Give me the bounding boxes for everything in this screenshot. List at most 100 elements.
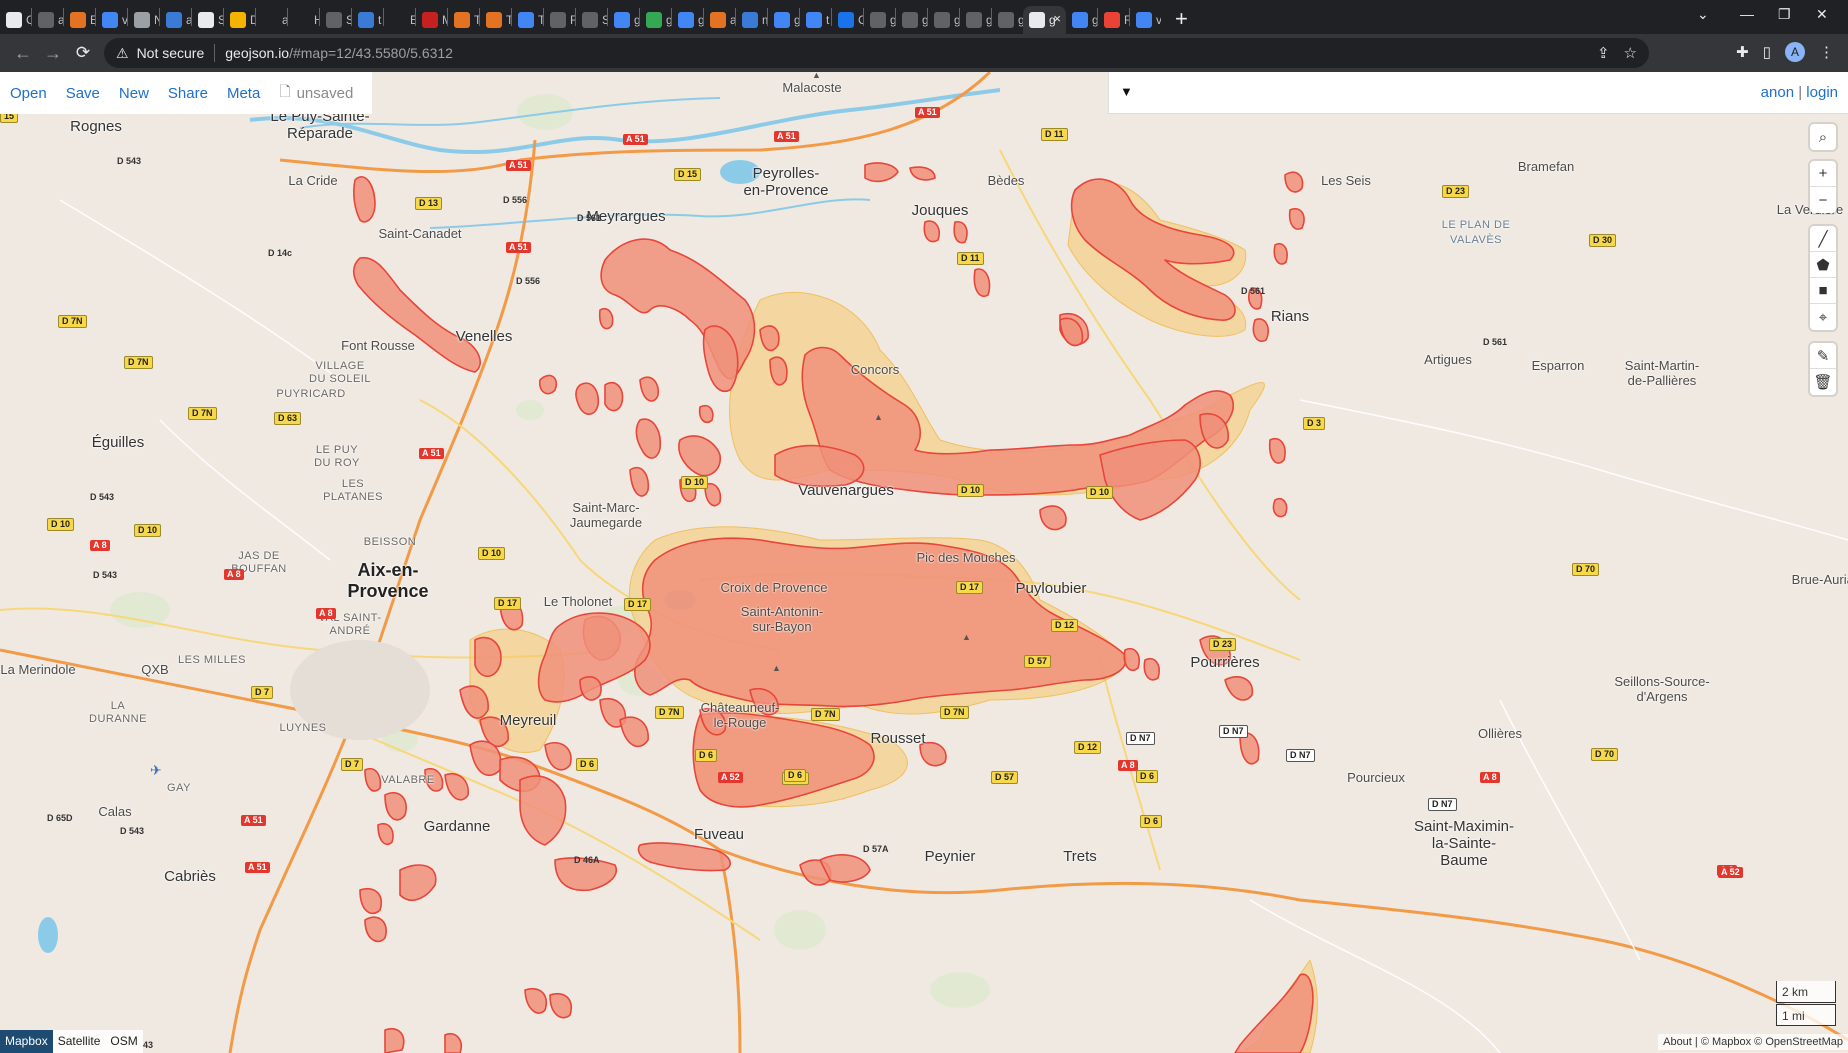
login-link[interactable]: login	[1806, 84, 1838, 101]
browser-tab[interactable]: C	[832, 6, 863, 34]
search-icon[interactable]: ⌕	[1810, 124, 1836, 150]
road-label: D 70	[1591, 748, 1619, 761]
browser-tab[interactable]: D	[224, 6, 255, 34]
browser-tab[interactable]: a	[32, 6, 63, 34]
tab-favicon-icon	[358, 12, 374, 28]
layer-osm[interactable]: OSM	[105, 1030, 143, 1053]
tab-title: a	[58, 13, 63, 27]
browser-tab[interactable]: M	[416, 6, 447, 34]
browser-tab[interactable]: H	[288, 6, 319, 34]
new-tab-button[interactable]: +	[1175, 6, 1188, 32]
layer-mapbox[interactable]: Mapbox	[0, 1030, 53, 1053]
road-label: D 543	[90, 492, 115, 502]
browser-tab[interactable]: S	[320, 6, 351, 34]
browser-tab[interactable]: a	[160, 6, 191, 34]
place-label: VILLAGE DU SOLEIL	[309, 360, 371, 385]
place-label: Esparron	[1531, 358, 1585, 373]
browser-tab[interactable]: g	[640, 6, 671, 34]
tab-close-icon[interactable]: ×	[1053, 11, 1061, 26]
address-bar[interactable]: ⚠ Not secure geojson.io/#map=12/43.5580/…	[104, 38, 1649, 68]
tab-title: a	[186, 13, 191, 27]
road-label: D 46A	[574, 855, 600, 865]
road-label: D 63	[274, 412, 302, 425]
avatar[interactable]: A	[1785, 42, 1805, 62]
map-canvas[interactable]: ▲ ▲ ▲ ▲ ✈ Malacoste Rognes Le Puy-Sainte- R…	[0, 72, 1848, 1053]
close-window-icon[interactable]: ✕	[1816, 6, 1828, 23]
anon-link[interactable]: anon	[1761, 84, 1794, 101]
browser-tab[interactable]: T	[448, 6, 479, 34]
browser-tab[interactable]: T	[512, 6, 543, 34]
road-label: A 51	[623, 134, 648, 145]
browser-tab[interactable]: g	[992, 6, 1023, 34]
browser-tab[interactable]: g	[672, 6, 703, 34]
road-label: D 70	[1572, 563, 1600, 576]
browser-tab[interactable]: a	[704, 6, 735, 34]
road-label: D 23	[1209, 638, 1237, 651]
browser-tab[interactable]: F	[1098, 6, 1129, 34]
tab-favicon-icon	[550, 12, 566, 28]
zoom-out-button[interactable]: −	[1810, 187, 1836, 213]
menu-share[interactable]: Share	[168, 85, 208, 102]
place-label: Cabriès	[164, 868, 216, 885]
menu-open[interactable]: Open	[10, 85, 47, 102]
draw-line-icon[interactable]: ╱	[1810, 226, 1836, 252]
extensions-icon[interactable]: ✚	[1736, 43, 1749, 61]
menu-meta[interactable]: Meta	[227, 85, 260, 102]
browser-tab[interactable]: E	[64, 6, 95, 34]
zoom-in-button[interactable]: +	[1810, 161, 1836, 187]
delete-icon[interactable]: 🗑	[1810, 369, 1836, 395]
forward-icon[interactable]: →	[38, 43, 68, 64]
browser-tab-active[interactable]: g ×	[1023, 6, 1066, 34]
edit-control: ✎ 🗑	[1810, 343, 1836, 395]
browser-tab[interactable]: g	[864, 6, 895, 34]
browser-tab[interactable]: t	[352, 6, 383, 34]
browser-tab[interactable]: F	[544, 6, 575, 34]
warning-icon[interactable]: ⚠	[116, 45, 129, 62]
tab-search-icon[interactable]: ⌄	[1697, 6, 1709, 23]
tab-favicon-icon	[262, 12, 278, 28]
browser-tab[interactable]: g	[768, 6, 799, 34]
tab-title: g	[634, 13, 639, 27]
bookmark-star-icon[interactable]: ☆	[1624, 44, 1637, 62]
map-attribution[interactable]: About | © Mapbox © OpenStreetMap	[1658, 1034, 1848, 1050]
security-label[interactable]: Not secure	[137, 45, 205, 61]
browser-tab[interactable]: a	[256, 6, 287, 34]
browser-tab[interactable]: g	[1066, 6, 1097, 34]
edit-icon[interactable]: ✎	[1810, 343, 1836, 369]
minimize-icon[interactable]: —	[1740, 6, 1754, 22]
browser-tab[interactable]: E	[384, 6, 415, 34]
back-icon[interactable]: ←	[8, 43, 38, 64]
url-text[interactable]: geojson.io/#map=12/43.5580/5.6312	[225, 45, 453, 61]
reload-icon[interactable]: ⟳	[68, 43, 98, 63]
place-label: Aix-en- Provence	[347, 560, 429, 601]
draw-marker-icon[interactable]: ⌖	[1810, 304, 1836, 330]
browser-tab[interactable]: v	[96, 6, 127, 34]
panel-toggle-caret-icon[interactable]: ▼	[1120, 84, 1133, 99]
place-label: Vauvenargues	[798, 482, 894, 499]
browser-tab[interactable]: g	[608, 6, 639, 34]
share-icon[interactable]: ⇪	[1597, 44, 1610, 62]
side-panel-icon[interactable]: ▯	[1763, 43, 1771, 61]
tab-favicon-icon	[454, 12, 470, 28]
place-label: Peynier	[924, 848, 976, 865]
browser-tab[interactable]: S	[192, 6, 223, 34]
browser-tab[interactable]: g	[896, 6, 927, 34]
menu-new[interactable]: New	[119, 85, 149, 102]
browser-tab[interactable]: S	[576, 6, 607, 34]
browser-tab[interactable]: C	[0, 6, 31, 34]
menu-kebab-icon[interactable]: ⋮	[1819, 43, 1834, 61]
layer-satellite[interactable]: Satellite	[52, 1030, 106, 1053]
browser-tab[interactable]: v	[1130, 6, 1161, 34]
browser-tab[interactable]: g	[928, 6, 959, 34]
tab-title: S	[218, 13, 223, 27]
menu-save[interactable]: Save	[66, 85, 100, 102]
browser-tab[interactable]: g	[960, 6, 991, 34]
file-icon: 🗋	[279, 83, 291, 99]
browser-tab[interactable]: T	[480, 6, 511, 34]
browser-tab[interactable]: t	[800, 6, 831, 34]
browser-tab[interactable]: m	[736, 6, 767, 34]
draw-polygon-icon[interactable]: ⬟	[1810, 252, 1836, 278]
draw-rectangle-icon[interactable]: ■	[1810, 278, 1836, 304]
restore-icon[interactable]: ❐	[1778, 6, 1791, 23]
browser-tab[interactable]: N	[128, 6, 159, 34]
